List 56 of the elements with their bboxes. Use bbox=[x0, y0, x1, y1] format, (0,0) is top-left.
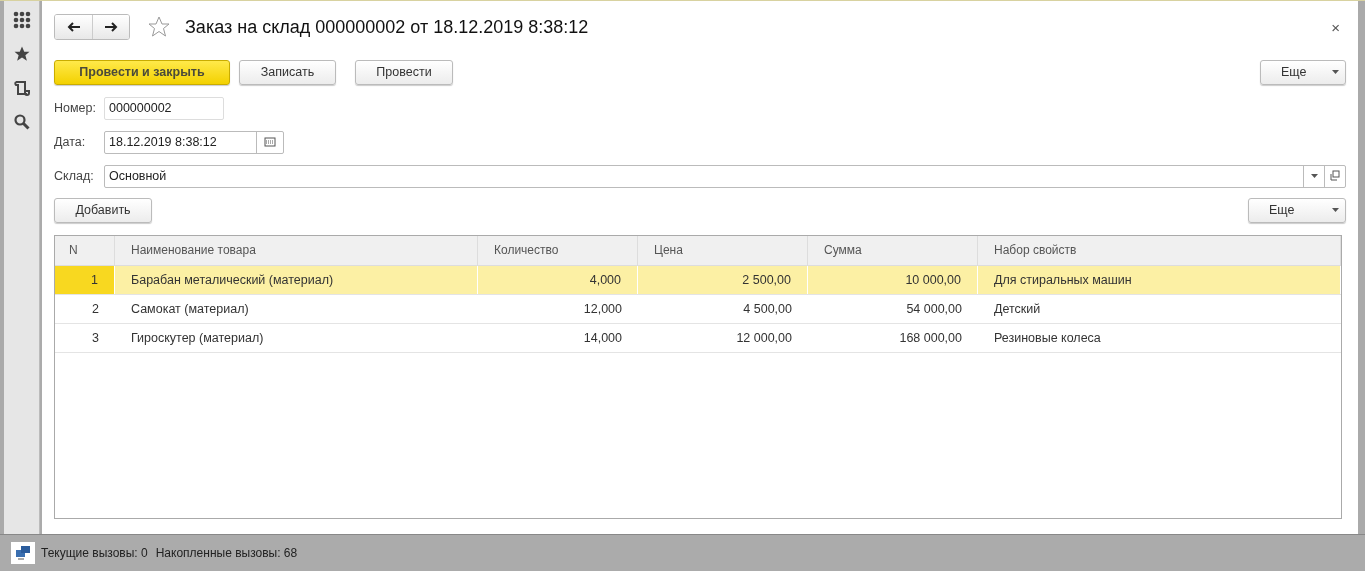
caret-icon bbox=[1332, 70, 1339, 74]
left-arrow-icon bbox=[66, 22, 81, 32]
forward-button[interactable] bbox=[92, 15, 129, 39]
table-cell: 1 bbox=[55, 266, 115, 294]
table-row[interactable]: 1 Барабан металический (материал) 4,000 2 500,00 10 000,00 Для стиральных машин bbox=[55, 266, 1341, 295]
table-cell-text: 168 000,00 bbox=[898, 330, 963, 347]
table-cell: Барабан металический (материал) bbox=[115, 266, 478, 294]
table-row[interactable]: 3 Гироскутер (материал) 14,000 12 000,00 168 000,00 Резиновые колеса bbox=[55, 324, 1341, 353]
close-button[interactable]: × bbox=[1325, 18, 1346, 36]
column-header[interactable]: N bbox=[55, 236, 115, 265]
column-header[interactable]: Сумма bbox=[808, 236, 978, 265]
column-header[interactable]: Цена bbox=[638, 236, 808, 265]
table-cell-text: 14,000 bbox=[582, 330, 623, 347]
star-icon[interactable] bbox=[147, 15, 171, 39]
table-cell-text: 3 bbox=[91, 330, 100, 347]
table-cell-text: 12 000,00 bbox=[735, 330, 793, 347]
search-icon[interactable] bbox=[12, 113, 31, 131]
right-arrow-icon bbox=[104, 22, 118, 32]
table-cell-text: 4 500,00 bbox=[742, 301, 793, 318]
table-cell-text: 2 bbox=[91, 301, 100, 318]
date-field[interactable]: 18.12.2019 8:38:12 bbox=[104, 130, 284, 154]
caret-icon bbox=[1332, 208, 1339, 212]
field-label: Дата: bbox=[54, 135, 87, 149]
table-cell-text: 12,000 bbox=[582, 301, 623, 318]
window-title: Заказ на склад 000000002 от 18.12.2019 8:38:12 bbox=[185, 16, 589, 38]
table-cell: 2 500,00 bbox=[638, 266, 808, 294]
more-button[interactable]: Еще bbox=[1260, 59, 1346, 85]
field-label: Склад: bbox=[54, 169, 95, 183]
warehouse-field[interactable]: Основной bbox=[104, 164, 1346, 188]
network-icon[interactable] bbox=[11, 542, 35, 565]
table-cell-text: Самокат (материал) bbox=[130, 301, 250, 318]
status-text: Текущие вызовы: 0 bbox=[41, 546, 148, 561]
column-header[interactable]: Набор свойств bbox=[978, 236, 1341, 265]
post-and-close-button[interactable]: Провести и закрыть bbox=[54, 59, 230, 85]
caret-icon bbox=[1310, 174, 1318, 178]
table-cell-text: Резиновые колеса bbox=[993, 330, 1102, 347]
table-cell-text: Детский bbox=[993, 301, 1042, 318]
scroll-icon[interactable] bbox=[12, 79, 31, 97]
table-cell: 10 000,00 bbox=[808, 266, 978, 294]
star-icon[interactable] bbox=[12, 45, 31, 63]
table-row[interactable]: 2 Самокат (материал) 12,000 4 500,00 54 000,00 Детский bbox=[55, 295, 1341, 324]
table-cell: 4,000 bbox=[478, 266, 638, 294]
number-field[interactable]: 000000002 bbox=[104, 96, 224, 120]
column-header[interactable]: Количество bbox=[478, 236, 638, 265]
table-cell-text: 54 000,00 bbox=[905, 301, 963, 318]
command-button[interactable]: Записать bbox=[239, 59, 336, 85]
field-label: Номер: bbox=[54, 101, 97, 115]
command-button[interactable]: Провести bbox=[355, 59, 453, 85]
table-cell: Для стиральных машин bbox=[978, 266, 1341, 294]
apps-grid-icon[interactable] bbox=[12, 11, 31, 29]
column-header[interactable]: Наименование товара bbox=[115, 236, 478, 265]
table-cell-text: Гироскутер (материал) bbox=[130, 330, 265, 347]
more-button[interactable]: Еще bbox=[1248, 197, 1346, 223]
status-text: Накопленные вызовы: 68 bbox=[155, 546, 298, 561]
back-button[interactable] bbox=[55, 15, 92, 39]
add-button[interactable]: Добавить bbox=[54, 197, 152, 223]
